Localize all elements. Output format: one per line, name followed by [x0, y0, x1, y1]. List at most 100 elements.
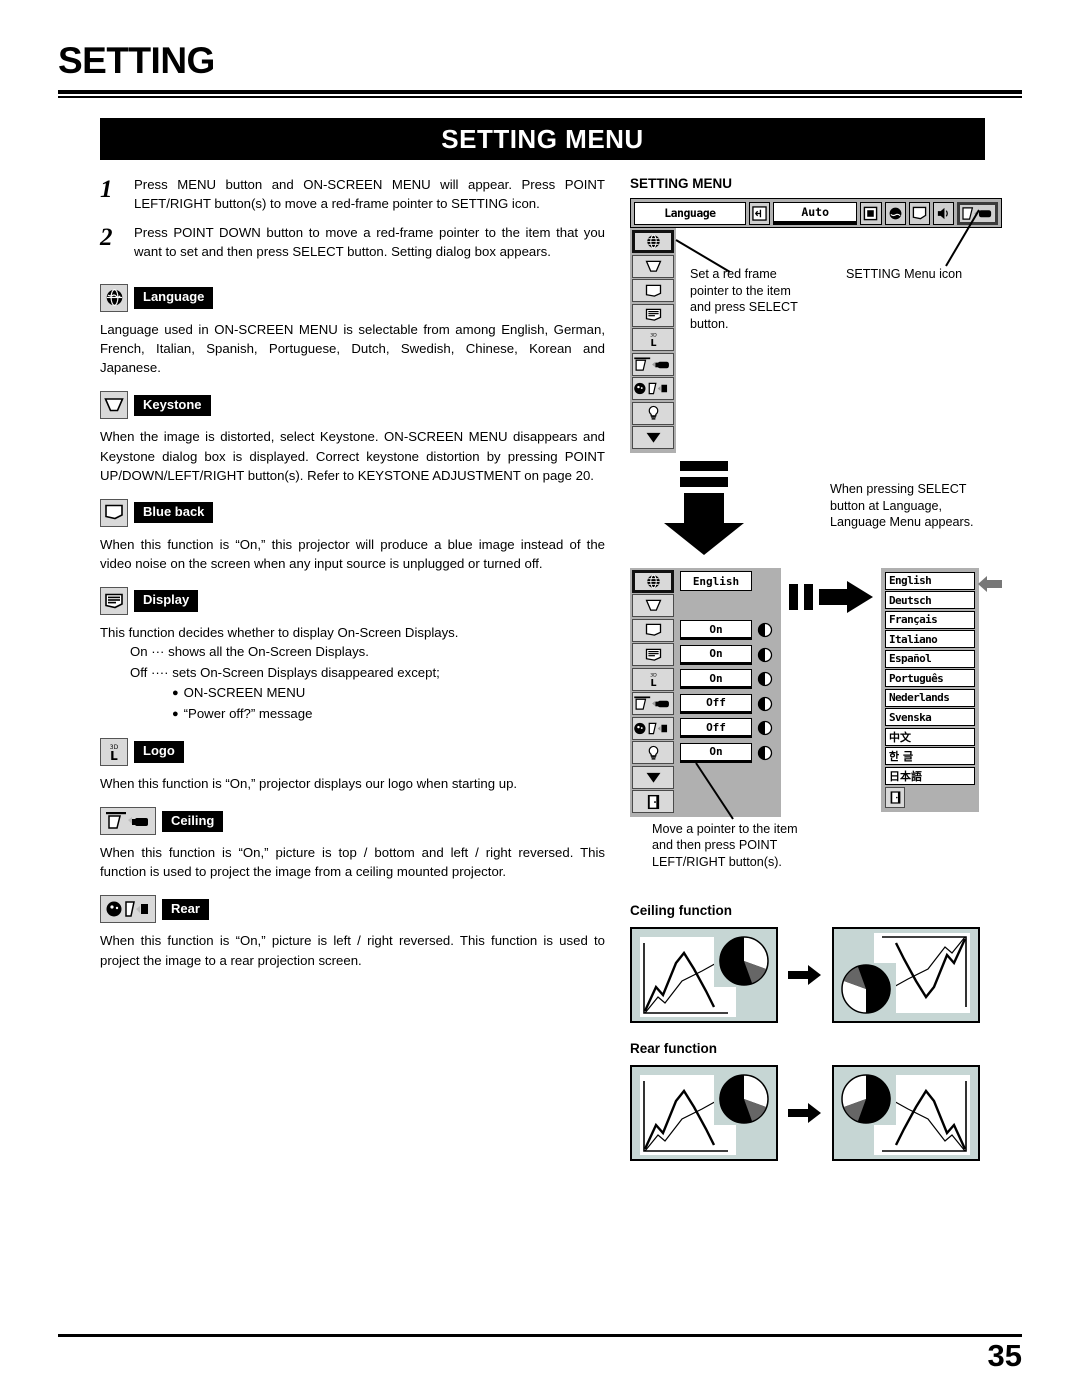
language-option[interactable]: 한 글: [885, 747, 975, 765]
rear-function-figure: Rear function: [630, 1041, 1030, 1161]
transform-arrow-icon: [788, 1102, 821, 1123]
section-body: Language used in ON-SCREEN MENU is selec…: [100, 321, 605, 376]
page-header: SETTING: [58, 42, 215, 79]
left-column: 1 Press MENU button and ON-SCREEN MENU w…: [100, 176, 605, 970]
rail-ceiling-icon[interactable]: [632, 352, 674, 376]
rail-ceiling-icon[interactable]: [632, 692, 674, 715]
dialog-row: On: [680, 741, 773, 764]
rail-down-arrow-icon[interactable]: [632, 765, 674, 789]
screen-icon[interactable]: [860, 201, 882, 225]
section-rear: Rear When this function is “On,” picture…: [100, 895, 605, 969]
adjust-icon[interactable]: [757, 720, 773, 736]
rail-display-icon[interactable]: [632, 643, 674, 666]
display-option-off: Off ···· sets On-Screen Displays disappe…: [130, 664, 440, 680]
right-flow-arrow: [789, 580, 875, 619]
move-callout-wrap: Move a pointer to the item and then pres…: [630, 761, 1030, 883]
rail-display-icon[interactable]: [632, 303, 674, 327]
language-option[interactable]: 中文: [885, 727, 975, 746]
rail-rear-icon[interactable]: [632, 377, 674, 400]
osd-menu-title: Language: [634, 201, 746, 225]
adjust-icon[interactable]: [757, 696, 773, 712]
callout-line: Language Menu appears.: [830, 515, 974, 530]
section-body: When the image is distorted, select Keys…: [100, 429, 605, 483]
display-option-on: On ··· shows all the On-Screen Displays.: [130, 644, 369, 660]
rail-blue-back-icon[interactable]: [632, 618, 674, 642]
pc-adjust-icon[interactable]: [908, 201, 931, 225]
globe-icon: [100, 283, 128, 312]
banner-title: SETTING MENU: [441, 123, 644, 154]
callout-line: LEFT/RIGHT button(s).: [652, 854, 782, 869]
rail-exit-icon[interactable]: [632, 790, 674, 813]
dialog-row: On: [680, 619, 773, 642]
language-option[interactable]: Português: [885, 669, 975, 687]
value-field[interactable]: Off: [680, 718, 752, 738]
setting-icon[interactable]: [957, 201, 998, 225]
value-field[interactable]: Off: [680, 693, 752, 714]
step-1: 1 Press MENU button and ON-SCREEN MENU w…: [100, 176, 605, 213]
step-2: 2 Press POINT DOWN button to move a red-…: [100, 224, 605, 261]
section-heading: Display: [100, 587, 605, 616]
section-label: Language: [134, 287, 214, 309]
section-heading: Keystone: [100, 391, 605, 420]
section-heading: Ceiling: [100, 807, 605, 836]
image-icon[interactable]: [884, 201, 906, 225]
language-exit-icon[interactable]: [885, 786, 905, 808]
rail-globe-icon[interactable]: [632, 569, 674, 593]
transform-arrow-icon: [788, 964, 821, 985]
rail-logo-icon[interactable]: 3D L: [632, 667, 674, 691]
input-icon[interactable]: [748, 201, 771, 225]
language-option[interactable]: Deutsch: [885, 591, 975, 609]
sound-icon[interactable]: [933, 201, 955, 225]
callout-line: When pressing SELECT: [830, 482, 967, 496]
adjust-icon[interactable]: [757, 622, 773, 638]
language-option[interactable]: English: [885, 571, 975, 590]
value-field[interactable]: English: [680, 571, 752, 591]
value-field[interactable]: On: [680, 620, 752, 640]
footer-divider: [58, 1334, 1022, 1337]
rail-rear-icon[interactable]: [632, 716, 674, 740]
projection-normal: [630, 1064, 778, 1161]
svg-text:L: L: [650, 338, 656, 349]
osd-menu-heading: SETTING MENU: [630, 176, 733, 191]
section-display: Display This function decides whether to…: [100, 587, 605, 724]
rail-blue-back-icon[interactable]: [632, 279, 674, 302]
rail-globe-icon[interactable]: [632, 230, 674, 253]
keystone-icon: [100, 391, 128, 420]
callout-line: Move a pointer to the item: [652, 821, 798, 836]
section-logo: 3D L Logo When this function is “On,” pr…: [100, 738, 605, 793]
value-field[interactable]: On: [680, 644, 752, 665]
language-menu: English Deutsch Français Italiano Españo…: [881, 567, 979, 812]
step-number: 1: [100, 176, 113, 203]
language-option[interactable]: Italiano: [885, 630, 975, 648]
section-heading: Rear: [100, 895, 605, 924]
step-number: 2: [100, 224, 113, 252]
rail-lamp-icon[interactable]: [632, 401, 674, 425]
auto-field[interactable]: Auto: [773, 201, 858, 225]
bullet-dot: ●: [172, 707, 179, 720]
value-field[interactable]: On: [680, 669, 752, 689]
rail-keystone-icon[interactable]: [632, 254, 674, 278]
value-field[interactable]: On: [680, 742, 752, 763]
rail-logo-icon[interactable]: 3D L: [632, 328, 674, 351]
page-number: 35: [987, 1338, 1022, 1373]
language-option[interactable]: Français: [885, 610, 975, 629]
adjust-icon[interactable]: [757, 647, 773, 663]
rail-keystone-icon[interactable]: [632, 594, 674, 617]
section-body: This function decides whether to display…: [100, 625, 459, 641]
section-label: Display: [134, 590, 199, 612]
adjust-icon[interactable]: [757, 745, 773, 761]
section-body: When this function is “On,” picture is t…: [100, 845, 605, 880]
language-option[interactable]: Svenska: [885, 708, 975, 726]
rear-icon: [100, 895, 156, 924]
language-option[interactable]: Nederlands: [885, 688, 975, 707]
callout-select: When pressing SELECT button at Language,…: [830, 481, 974, 531]
display-bullet: ● “Power off?” message: [172, 704, 605, 724]
projection-normal: [630, 926, 778, 1023]
ceiling-icon: [100, 807, 156, 836]
adjust-icon[interactable]: [757, 671, 773, 687]
section-banner: SETTING MENU: [100, 118, 985, 160]
rail-lamp-icon[interactable]: [632, 741, 674, 764]
language-option[interactable]: Español: [885, 649, 975, 668]
language-option[interactable]: 日本語: [885, 766, 975, 785]
rail-down-arrow-icon[interactable]: [632, 426, 674, 449]
